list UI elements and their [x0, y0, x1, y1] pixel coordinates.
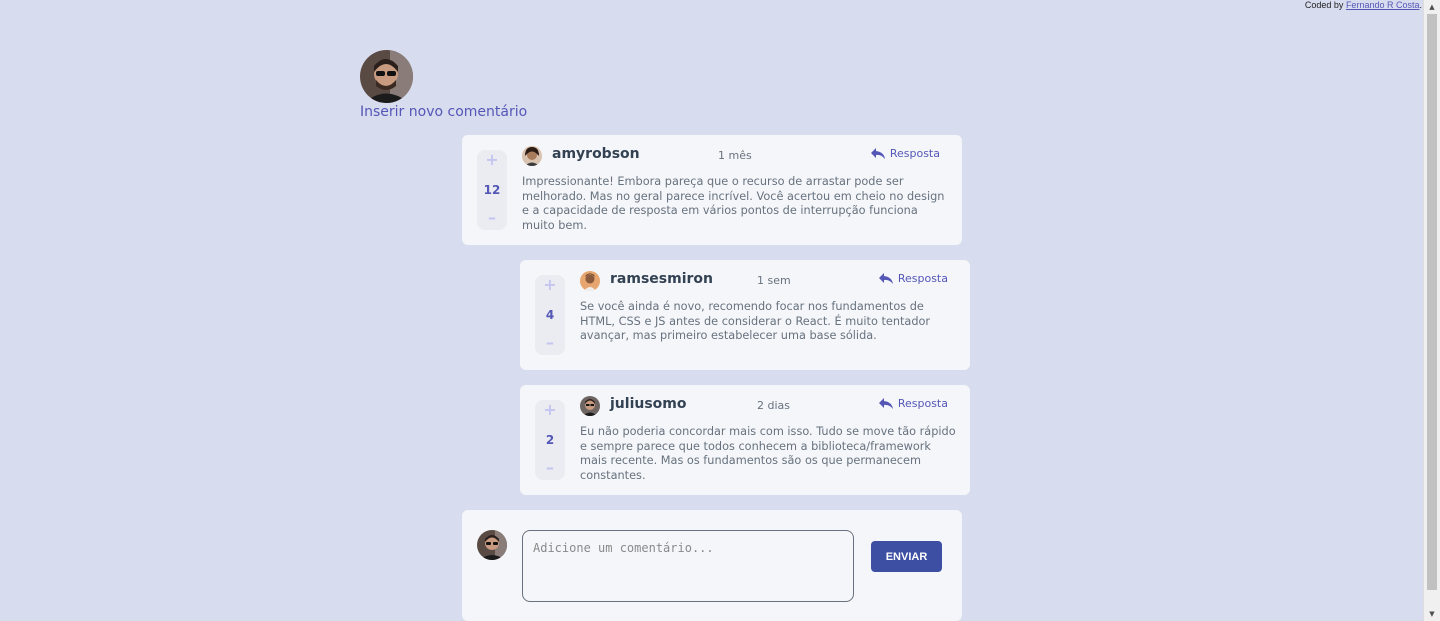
upvote-button[interactable]: + [543, 277, 556, 295]
reply-button[interactable]: Resposta [878, 272, 948, 285]
comment-username: amyrobson [552, 146, 640, 162]
comment-card-juliusomo: + 2 – juliusomo 2 dias Resposta Eu não p… [520, 385, 970, 495]
insert-new-comment-link[interactable]: Inserir novo comentário [360, 104, 527, 120]
comment-header: amyrobson 1 mês Resposta [522, 146, 940, 168]
upvote-button[interactable]: + [543, 402, 556, 420]
scroll-down-arrow-icon[interactable]: ▼ [1424, 607, 1440, 621]
reply-label: Resposta [889, 147, 940, 160]
vote-counter: + 4 – [535, 275, 565, 355]
upvote-button[interactable]: + [485, 152, 498, 170]
downvote-button[interactable]: – [546, 335, 554, 353]
user-avatar [580, 271, 600, 291]
comment-text: Eu não poderia concordar mais com isso. … [580, 425, 956, 482]
vote-score: 12 [483, 183, 501, 197]
send-button[interactable]: ENVIAR [871, 541, 942, 572]
comment-header: ramsesmiron 1 sem Resposta [580, 271, 948, 293]
vote-score: 4 [545, 308, 555, 322]
comment-card-ramsesmiron: + 4 – ramsesmiron 1 sem Resposta Se você… [520, 260, 970, 370]
reply-button[interactable]: Resposta [878, 397, 948, 410]
comment-date: 2 dias [757, 399, 791, 412]
comment-text: Impressionante! Embora pareça que o recu… [522, 175, 945, 232]
comment-composer: ENVIAR [462, 510, 962, 621]
scroll-up-arrow-icon[interactable]: ▲ [1424, 0, 1440, 14]
vote-score: 2 [545, 433, 555, 447]
vote-counter: + 2 – [535, 400, 565, 480]
credit-author-link[interactable]: Fernando R Costa [1346, 0, 1420, 10]
comment-username: ramsesmiron [610, 271, 713, 287]
comment-header: juliusomo 2 dias Resposta [580, 396, 948, 418]
comment-date: 1 mês [718, 149, 752, 162]
reply-arrow-icon [870, 147, 885, 160]
credit-prefix: Coded by [1304, 0, 1346, 10]
reply-arrow-icon [878, 272, 893, 285]
current-user-avatar [477, 530, 507, 560]
page-scrollbar[interactable]: ▲ ▼ [1423, 0, 1440, 621]
scrollbar-thumb[interactable] [1427, 14, 1437, 590]
comment-text: Se você ainda é novo, recomendo focar no… [580, 300, 931, 342]
downvote-button[interactable]: – [546, 460, 554, 478]
reply-button[interactable]: Resposta [870, 147, 940, 160]
downvote-button[interactable]: – [488, 210, 496, 228]
vote-counter: + 12 – [477, 150, 507, 230]
current-user-avatar [360, 50, 413, 103]
credit-line: Coded by Fernando R Costa. [1305, 0, 1422, 10]
user-avatar [580, 396, 600, 416]
comment-card-amyrobson: + 12 – amyrobson 1 mês Resposta Impressi… [462, 135, 962, 245]
reply-arrow-icon [878, 397, 893, 410]
comment-input[interactable] [522, 530, 854, 602]
user-avatar [522, 146, 542, 166]
comment-username: juliusomo [610, 396, 687, 412]
reply-label: Resposta [897, 397, 948, 410]
credit-suffix: . [1419, 0, 1422, 10]
comment-date: 1 sem [757, 274, 791, 287]
reply-label: Resposta [897, 272, 948, 285]
